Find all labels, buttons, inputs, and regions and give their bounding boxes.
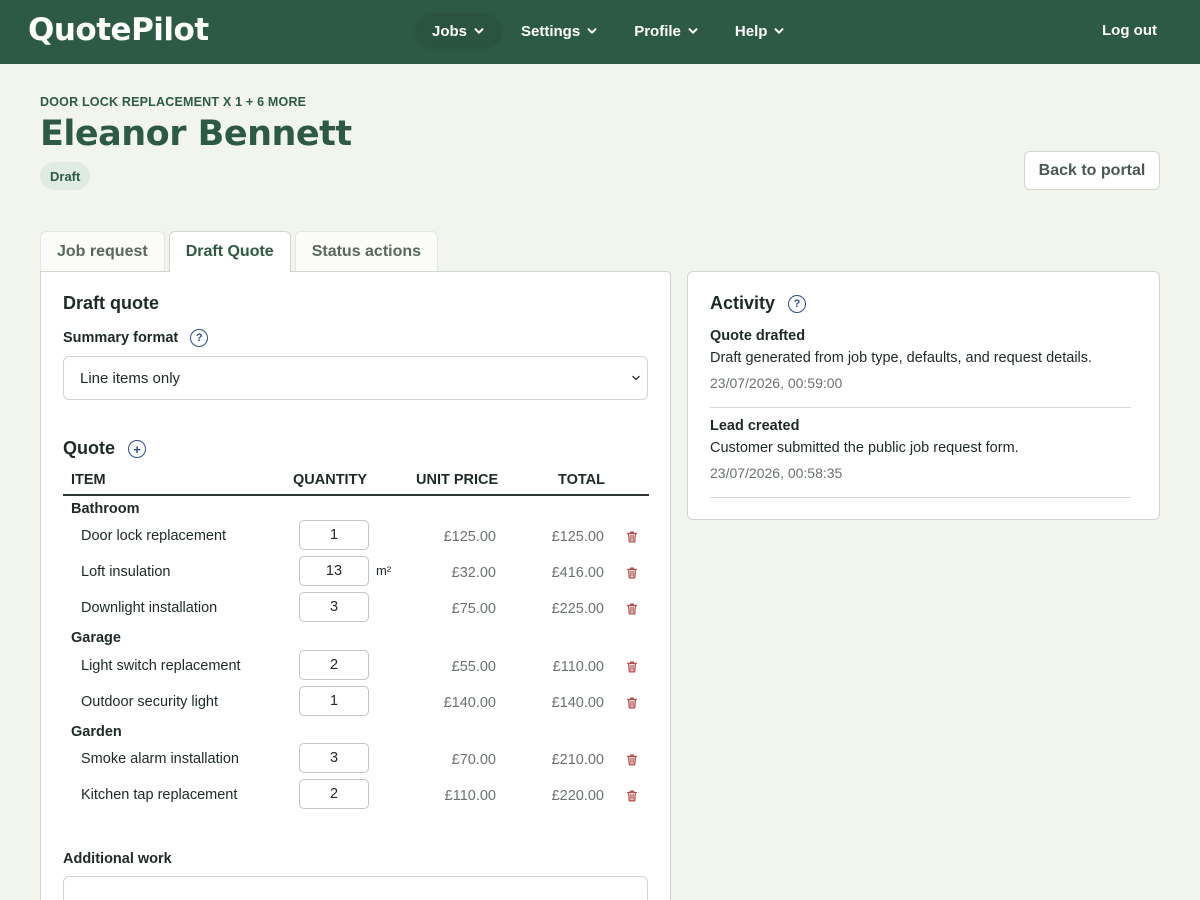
additional-work-label: Additional work <box>63 851 172 867</box>
activity-panel: Activity ? Quote drafted Draft generated… <box>687 271 1160 520</box>
nav-help-label: Help <box>734 22 768 40</box>
nav-profile[interactable]: Profile <box>620 16 713 46</box>
add-icon[interactable]: + <box>128 440 147 459</box>
unit-price: £140.00 <box>443 695 496 711</box>
line-total: £416.00 <box>551 565 604 581</box>
unit-price: £75.00 <box>451 601 496 617</box>
column-header-unit-price: UNIT PRICE <box>416 472 499 488</box>
line-item-name: Outdoor security light <box>81 694 219 710</box>
activity-divider <box>710 407 1131 408</box>
activity-divider <box>710 497 1131 498</box>
additional-work-input[interactable] <box>63 876 648 900</box>
trash-icon[interactable] <box>625 696 639 710</box>
chevron-down-icon <box>587 28 597 34</box>
line-item-name: Kitchen tap replacement <box>81 787 238 803</box>
nav-jobs-label: Jobs <box>432 22 468 40</box>
quantity-input[interactable]: 1 <box>299 686 369 716</box>
trash-icon[interactable] <box>625 566 639 580</box>
nav-profile-label: Profile <box>634 22 681 40</box>
unit-label: m² <box>376 563 392 578</box>
summary-format-select[interactable]: Line items only <box>63 356 648 400</box>
main-nav: Jobs Settings Profile Help <box>418 16 807 46</box>
column-header-quantity: QUANTITY <box>293 472 368 488</box>
tab-bar: Job request Draft Quote Status actions <box>40 231 439 272</box>
tab-job-request[interactable]: Job request <box>40 231 165 271</box>
quantity-input[interactable]: 3 <box>299 743 369 773</box>
nav-jobs[interactable]: Jobs <box>418 16 500 46</box>
unit-price: £110.00 <box>444 788 496 804</box>
line-total: £140.00 <box>551 695 604 711</box>
job-summary-eyebrow: DOOR LOCK REPLACEMENT X 1 + 6 MORE <box>40 95 307 109</box>
status-badge: Draft <box>40 162 91 190</box>
table-header-divider <box>63 494 649 496</box>
draft-quote-panel: Draft quote Summary format ? Line items … <box>40 271 671 900</box>
quantity-input[interactable]: 2 <box>299 650 369 680</box>
nav-settings-label: Settings <box>521 22 581 40</box>
page-title: Eleanor Bennett <box>40 114 352 154</box>
line-total: £125.00 <box>551 529 604 545</box>
unit-price: £32.00 <box>451 565 496 581</box>
help-icon[interactable]: ? <box>788 295 807 314</box>
trash-icon[interactable] <box>625 530 639 544</box>
unit-price: £125.00 <box>443 529 496 545</box>
line-item-name: Smoke alarm installation <box>81 751 239 767</box>
activity-entry-description: Customer submitted the public job reques… <box>710 440 1019 456</box>
trash-icon[interactable] <box>625 602 639 616</box>
quantity-input[interactable]: 3 <box>299 592 369 622</box>
top-nav-bar: QuotePilot Jobs Settings Profile Help Lo… <box>0 0 1200 64</box>
quantity-input[interactable]: 1 <box>299 520 369 550</box>
chevron-down-icon <box>688 28 698 34</box>
line-total: £110.00 <box>552 659 604 675</box>
draft-quote-title: Draft quote <box>63 293 159 313</box>
line-item-name: Loft insulation <box>81 564 171 580</box>
nav-help[interactable]: Help <box>721 16 800 46</box>
line-total: £210.00 <box>551 752 604 768</box>
quantity-input[interactable]: 13 <box>299 556 369 586</box>
line-item-name: Light switch replacement <box>81 658 241 674</box>
line-item-name: Downlight installation <box>81 600 218 616</box>
help-icon[interactable]: ? <box>190 329 209 347</box>
nav-settings[interactable]: Settings <box>507 16 612 46</box>
quote-heading: Quote + <box>63 438 147 459</box>
trash-icon[interactable] <box>625 753 639 767</box>
column-header-item: ITEM <box>71 472 106 488</box>
activity-heading: Activity ? <box>710 293 807 314</box>
chevron-down-icon <box>774 28 784 34</box>
back-to-portal-button[interactable]: Back to portal <box>1024 151 1160 190</box>
summary-format-value: Line items only <box>80 369 181 387</box>
trash-icon[interactable] <box>625 789 639 803</box>
chevron-down-icon <box>474 28 484 34</box>
summary-format-text: Summary format <box>63 329 179 346</box>
trash-icon[interactable] <box>625 660 639 674</box>
activity-entry-timestamp: 23/07/2026, 00:58:35 <box>710 465 843 481</box>
line-item-name: Door lock replacement <box>81 528 227 544</box>
summary-format-label: Summary format ? <box>63 329 209 347</box>
line-total: £225.00 <box>551 601 604 617</box>
line-total: £220.00 <box>551 788 604 804</box>
group-heading-garden: Garden <box>71 724 122 740</box>
activity-entry-title: Lead created <box>710 418 800 434</box>
column-header-total: TOTAL <box>558 472 605 488</box>
quantity-input[interactable]: 2 <box>299 779 369 809</box>
activity-entry-timestamp: 23/07/2026, 00:59:00 <box>710 375 843 391</box>
tab-status-actions[interactable]: Status actions <box>294 231 439 271</box>
unit-price: £70.00 <box>451 752 496 768</box>
quote-title: Quote <box>63 438 115 458</box>
unit-price: £55.00 <box>451 659 496 675</box>
group-heading-garage: Garage <box>71 630 121 646</box>
brand-logo[interactable]: QuotePilot <box>28 12 209 48</box>
activity-entry-description: Draft generated from job type, defaults,… <box>710 350 1093 366</box>
activity-title: Activity <box>710 293 776 313</box>
group-heading-bathroom: Bathroom <box>71 501 140 517</box>
logout-link[interactable]: Log out <box>1102 22 1157 39</box>
chevron-down-icon <box>632 375 640 381</box>
activity-entry-title: Quote drafted <box>710 328 806 344</box>
tab-draft-quote[interactable]: Draft Quote <box>168 231 291 272</box>
